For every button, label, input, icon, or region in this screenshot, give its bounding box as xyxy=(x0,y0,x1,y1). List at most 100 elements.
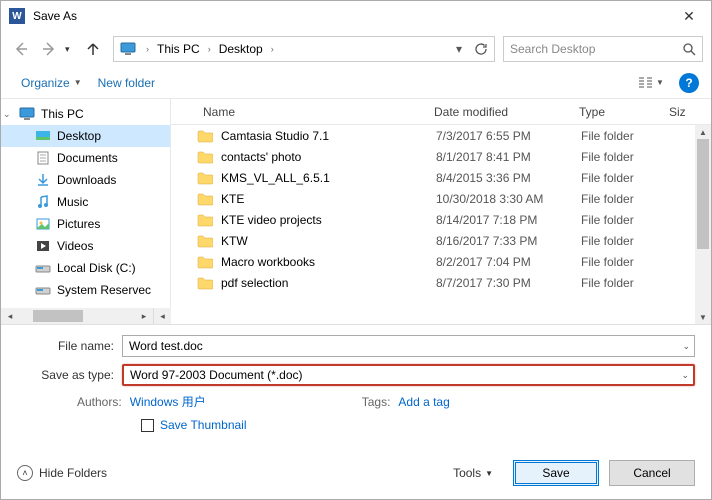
chevron-up-icon: ˄ xyxy=(17,465,33,481)
sidebar-item-music[interactable]: Music xyxy=(1,191,170,213)
table-row[interactable]: Macro workbooks8/2/2017 7:04 PMFile fold… xyxy=(171,251,711,272)
refresh-icon xyxy=(474,42,488,56)
chevron-right-icon[interactable]: › xyxy=(142,44,153,54)
forward-button[interactable] xyxy=(37,37,61,61)
file-type: File folder xyxy=(573,255,663,269)
organize-menu[interactable]: Organize ▼ xyxy=(13,76,90,90)
save-button[interactable]: Save xyxy=(513,460,599,486)
sidebar-item-desktop[interactable]: Desktop xyxy=(1,125,170,147)
filename-input[interactable]: Word test.doc ⌄ xyxy=(122,335,695,357)
col-name[interactable]: Name xyxy=(171,105,426,119)
sidebar-scrollbar[interactable]: ◂ ▸ ◂ xyxy=(1,308,171,324)
history-dropdown[interactable]: ▾ xyxy=(65,44,77,55)
chevron-down-icon[interactable]: ⌄ xyxy=(682,341,690,352)
search-input[interactable]: Search Desktop xyxy=(503,36,703,62)
table-row[interactable]: contacts' photo8/1/2017 8:41 PMFile fold… xyxy=(171,146,711,167)
window-title: Save As xyxy=(33,9,669,23)
file-name: contacts' photo xyxy=(221,150,428,164)
titlebar[interactable]: W Save As ✕ xyxy=(1,1,711,31)
save-thumbnail-label[interactable]: Save Thumbnail xyxy=(160,418,247,432)
table-row[interactable]: KTW8/16/2017 7:33 PMFile folder xyxy=(171,230,711,251)
folder-icon xyxy=(197,192,213,206)
file-type: File folder xyxy=(573,213,663,227)
collapse-icon[interactable]: ⌄ xyxy=(3,109,13,120)
col-size[interactable]: Siz xyxy=(661,105,711,119)
authors-label: Authors: xyxy=(77,395,122,409)
col-date[interactable]: Date modified xyxy=(426,105,571,119)
scroll-down-icon[interactable]: ▼ xyxy=(695,310,711,324)
sidebar-this-pc[interactable]: ⌄ This PC xyxy=(1,103,170,125)
list-view-icon xyxy=(638,77,654,89)
downloads-icon xyxy=(35,172,51,188)
search-placeholder: Search Desktop xyxy=(510,42,595,56)
scroll-up-icon[interactable]: ▲ xyxy=(695,125,711,139)
vertical-scrollbar[interactable]: ▲ ▼ xyxy=(695,125,711,324)
view-options-button[interactable]: ▼ xyxy=(631,72,671,94)
savetype-label: Save as type: xyxy=(17,368,122,382)
monitor-icon xyxy=(120,41,136,57)
breadcrumb-desktop[interactable]: Desktop xyxy=(215,38,267,60)
sidebar-item-local-disk[interactable]: Local Disk (C:) xyxy=(1,257,170,279)
folder-icon xyxy=(197,171,213,185)
authors-value[interactable]: Windows 用户 xyxy=(130,393,206,410)
scroll-left-icon[interactable]: ◂ xyxy=(1,308,19,324)
music-icon xyxy=(35,194,51,210)
filename-label: File name: xyxy=(17,339,122,353)
refresh-button[interactable] xyxy=(470,38,492,60)
scroll-left-icon[interactable]: ◂ xyxy=(153,308,171,324)
file-name: KTW xyxy=(221,234,428,248)
file-type: File folder xyxy=(573,276,663,290)
file-name: KTE video projects xyxy=(221,213,428,227)
close-button[interactable]: ✕ xyxy=(669,1,709,31)
sidebar-item-pictures[interactable]: Pictures xyxy=(1,213,170,235)
help-button[interactable]: ? xyxy=(679,73,699,93)
folder-icon xyxy=(197,150,213,164)
save-thumbnail-checkbox[interactable] xyxy=(141,419,154,432)
pictures-icon xyxy=(35,216,51,232)
up-button[interactable] xyxy=(81,37,105,61)
cancel-button[interactable]: Cancel xyxy=(609,460,695,486)
file-list: Name Date modified Type Siz Camtasia Stu… xyxy=(171,99,711,324)
table-row[interactable]: KMS_VL_ALL_6.5.18/4/2015 3:36 PMFile fol… xyxy=(171,167,711,188)
table-row[interactable]: KTE10/30/2018 3:30 AMFile folder xyxy=(171,188,711,209)
monitor-icon xyxy=(19,106,35,122)
chevron-right-icon[interactable]: › xyxy=(267,44,278,54)
scrollbar-thumb[interactable] xyxy=(697,139,709,249)
file-date: 8/1/2017 8:41 PM xyxy=(428,150,573,164)
table-row[interactable]: pdf selection8/7/2017 7:30 PMFile folder xyxy=(171,272,711,293)
file-name: KMS_VL_ALL_6.5.1 xyxy=(221,171,428,185)
breadcrumb-pc-icon[interactable] xyxy=(116,38,142,60)
file-name: Camtasia Studio 7.1 xyxy=(221,129,428,143)
search-icon[interactable] xyxy=(682,42,696,56)
back-button[interactable] xyxy=(9,37,33,61)
table-row[interactable]: KTE video projects8/14/2017 7:18 PMFile … xyxy=(171,209,711,230)
sidebar-item-documents[interactable]: Documents xyxy=(1,147,170,169)
column-headers: Name Date modified Type Siz xyxy=(171,99,711,125)
sidebar-item-videos[interactable]: Videos xyxy=(1,235,170,257)
explorer-body: ⌄ This PC Desktop Documents Downloads Mu… xyxy=(1,99,711,324)
address-bar[interactable]: › This PC › Desktop › ▾ xyxy=(113,36,495,62)
save-form: File name: Word test.doc ⌄ Save as type:… xyxy=(1,325,711,460)
file-type: File folder xyxy=(573,192,663,206)
tools-menu[interactable]: Tools ▼ xyxy=(453,466,493,480)
file-date: 8/4/2015 3:36 PM xyxy=(428,171,573,185)
chevron-down-icon[interactable]: ⌄ xyxy=(681,370,689,381)
navigation-bar: ▾ › This PC › Desktop › ▾ Search Desktop xyxy=(1,31,711,67)
sidebar-item-downloads[interactable]: Downloads xyxy=(1,169,170,191)
chevron-right-icon[interactable]: › xyxy=(204,44,215,54)
table-row[interactable]: Camtasia Studio 7.17/3/2017 6:55 PMFile … xyxy=(171,125,711,146)
new-folder-button[interactable]: New folder xyxy=(90,76,163,90)
tags-value[interactable]: Add a tag xyxy=(398,395,449,409)
breadcrumb-this-pc[interactable]: This PC xyxy=(153,38,204,60)
folder-icon xyxy=(197,234,213,248)
sidebar-item-system-reserved[interactable]: System Reservec xyxy=(1,279,170,301)
file-date: 8/2/2017 7:04 PM xyxy=(428,255,573,269)
hide-folders-button[interactable]: ˄ Hide Folders xyxy=(17,465,107,481)
address-dropdown[interactable]: ▾ xyxy=(448,38,470,60)
scrollbar-thumb-h[interactable] xyxy=(33,310,83,322)
savetype-dropdown[interactable]: Word 97-2003 Document (*.doc) ⌄ xyxy=(122,364,695,386)
drive-icon xyxy=(35,260,51,276)
scroll-right-icon[interactable]: ▸ xyxy=(135,308,153,324)
file-type: File folder xyxy=(573,129,663,143)
col-type[interactable]: Type xyxy=(571,105,661,119)
